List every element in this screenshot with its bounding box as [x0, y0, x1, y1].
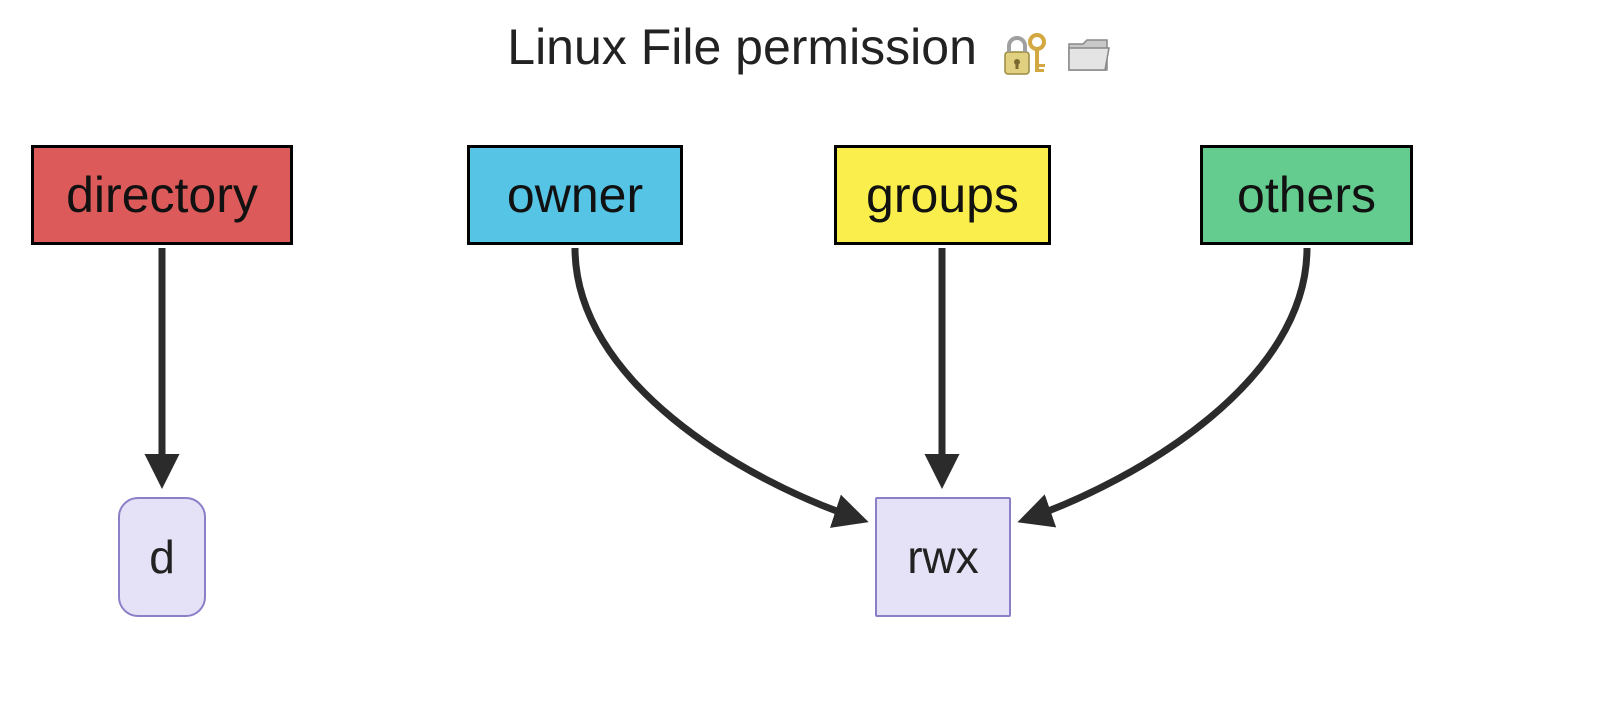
node-others: others	[1200, 145, 1413, 245]
edge-owner-rwx	[575, 248, 862, 520]
lock-key-icon	[999, 30, 1049, 80]
folder-icon	[1063, 30, 1113, 80]
title-icons	[999, 22, 1113, 80]
edge-others-rwx	[1024, 248, 1307, 520]
diagram-title: Linux File permission	[0, 18, 1620, 80]
node-rwx-label: rwx	[907, 530, 979, 584]
diagram-arrows	[0, 0, 1620, 712]
node-rwx: rwx	[875, 497, 1011, 617]
node-d-label: d	[149, 530, 175, 584]
node-groups-label: groups	[866, 166, 1019, 224]
node-owner: owner	[467, 145, 683, 245]
node-owner-label: owner	[507, 166, 643, 224]
node-directory-label: directory	[66, 166, 258, 224]
node-others-label: others	[1237, 166, 1376, 224]
node-d: d	[118, 497, 206, 617]
node-groups: groups	[834, 145, 1051, 245]
node-directory: directory	[31, 145, 293, 245]
title-text: Linux File permission	[507, 19, 977, 75]
